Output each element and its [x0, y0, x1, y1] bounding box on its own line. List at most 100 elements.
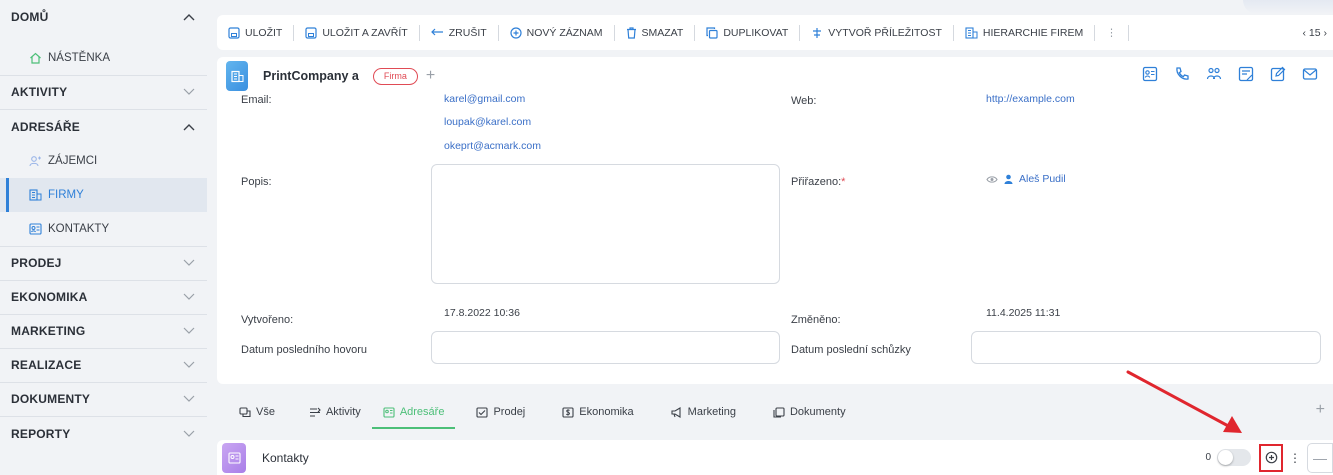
record-title: PrintCompany a	[263, 69, 359, 83]
add-tab-button[interactable]: +	[1316, 401, 1325, 419]
cancel-label: ZRUŠIT	[448, 26, 487, 39]
sidebar-section-marketing[interactable]: MARKETING	[0, 314, 207, 348]
tab-ekonomika[interactable]: Ekonomika	[551, 393, 644, 431]
sidebar-section-adresare[interactable]: ADRESÁŘE	[0, 110, 207, 144]
tab-dokumenty[interactable]: Dokumenty	[762, 393, 857, 431]
sidebar-item-zajemci[interactable]: ZÁJEMCI	[0, 144, 207, 178]
email-link[interactable]: karel@gmail.com	[444, 93, 525, 105]
chevron-down-icon	[183, 324, 195, 338]
tab-label: Marketing	[687, 406, 736, 418]
contact-card-icon[interactable]	[1141, 65, 1159, 83]
panel-more-button[interactable]: ⋮	[1289, 451, 1301, 465]
prirazeno-label-text: Přiřazeno:	[791, 176, 842, 188]
phone-icon[interactable]	[1173, 65, 1191, 83]
save-icon	[305, 26, 317, 39]
new-record-button[interactable]: NOVÝ ZÁZNAM	[499, 15, 614, 50]
sidebar-section-domu[interactable]: DOMŮ	[0, 0, 207, 34]
sidebar-section-realizace[interactable]: REALIZACE	[0, 348, 207, 382]
people-icon[interactable]	[1205, 65, 1223, 83]
tab-label: Aktivity	[325, 406, 361, 418]
sidebar-section-label: ADRESÁŘE	[11, 120, 80, 134]
email-link[interactable]: loupak@karel.com	[444, 116, 531, 128]
last-meeting-input[interactable]	[971, 331, 1321, 364]
leads-icon	[29, 155, 42, 167]
duplicate-button[interactable]: DUPLIKOVAT	[695, 15, 799, 50]
collapse-button[interactable]: —	[1307, 442, 1333, 473]
new-record-label: NOVÝ ZÁZNAM	[526, 26, 603, 39]
sidebar-section-aktivity[interactable]: AKTIVITY	[0, 75, 207, 109]
required-marker: *	[841, 176, 846, 188]
sidebar-section-label: REALIZACE	[11, 358, 82, 372]
sidebar-section-prodej[interactable]: PRODEJ	[0, 246, 207, 280]
sidebar-section-dokumenty[interactable]: DOKUMENTY	[0, 382, 207, 416]
chevron-down-icon	[183, 427, 195, 441]
add-contact-button[interactable]	[1259, 443, 1283, 472]
record-actions	[1141, 65, 1319, 83]
panel-title: Kontakty	[262, 450, 309, 465]
toggle-switch[interactable]	[1217, 449, 1251, 466]
collapse-label: —	[1313, 449, 1327, 466]
note-icon[interactable]	[1237, 65, 1255, 83]
company-hierarchy-button[interactable]: HIERARCHIE FIREM	[954, 15, 1094, 50]
plus-circle-icon	[1265, 451, 1278, 464]
zmeneno-label: Změněno:	[791, 314, 841, 326]
chevron-up-icon	[183, 10, 195, 24]
save-label: ULOŽIT	[245, 26, 283, 39]
assignee-name: Aleš Pudil	[1019, 173, 1066, 185]
assignee[interactable]: Aleš Pudil	[986, 173, 1066, 185]
pager[interactable]: ‹ 15 ›	[1302, 15, 1327, 50]
save-button[interactable]: ULOŽIT	[217, 15, 293, 50]
popis-textarea[interactable]	[431, 164, 780, 284]
checklist-icon	[476, 406, 489, 418]
sidebar-section-label: DOMŮ	[11, 10, 49, 24]
pager-label: ‹ 15 ›	[1302, 26, 1327, 39]
chevron-down-icon	[183, 290, 195, 304]
toolbar: ULOŽIT ULOŽIT A ZAVŘÍT ZRUŠIT NOVÝ ZÁZNA…	[217, 15, 1333, 50]
mail-icon[interactable]	[1301, 65, 1319, 83]
tab-vse[interactable]: Vše	[217, 393, 286, 431]
sidebar-section-reporty[interactable]: REPORTY	[0, 417, 207, 451]
tab-label: Vše	[256, 406, 275, 418]
chat-icon	[239, 406, 251, 418]
tab-adresare[interactable]: Adresáře	[371, 393, 456, 431]
email-link[interactable]: okeprt@acmark.com	[444, 140, 541, 152]
branch-icon	[811, 27, 823, 39]
sidebar-section-ekonomika[interactable]: EKONOMIKA	[0, 280, 207, 314]
contact-card-icon	[383, 406, 395, 418]
more-button[interactable]: ⋮	[1095, 15, 1128, 50]
record-count: 0	[1205, 452, 1211, 463]
record-type-badge[interactable]: Firma	[372, 67, 418, 85]
delete-button[interactable]: SMAZAT	[615, 15, 695, 50]
sidebar: DOMŮ NÁSTĚNKA AKTIVITY ADRESÁŘE ZÁJEMCI …	[0, 0, 207, 475]
record-header: PrintCompany a Firma +	[217, 57, 435, 95]
cancel-button[interactable]: ZRUŠIT	[420, 15, 498, 50]
kontakty-panel: Kontakty 0 ⋮ —	[217, 440, 1333, 475]
edit-icon[interactable]	[1269, 65, 1287, 83]
record-card: PrintCompany a Firma + Email: karel@gmai…	[217, 57, 1333, 384]
sidebar-section-label: MARKETING	[11, 324, 86, 338]
add-tag-button[interactable]: +	[426, 67, 435, 85]
sidebar-item-kontakty[interactable]: KONTAKTY	[0, 212, 207, 246]
save-close-button[interactable]: ULOŽIT A ZAVŘÍT	[294, 15, 418, 50]
megaphone-icon	[671, 406, 683, 418]
eye-icon[interactable]	[986, 175, 998, 184]
duplicate-label: DUPLIKOVAT	[723, 26, 789, 39]
company-hierarchy-label: HIERARCHIE FIREM	[982, 26, 1084, 39]
save-close-label: ULOŽIT A ZAVŘÍT	[322, 26, 408, 39]
contacts-icon	[29, 223, 42, 235]
create-opportunity-button[interactable]: VYTVOŘ PŘÍLEŽITOST	[800, 15, 953, 50]
sidebar-item-nastenka[interactable]: NÁSTĚNKA	[0, 41, 207, 75]
web-link[interactable]: http://example.com	[986, 93, 1075, 105]
toggle-knob	[1218, 450, 1233, 465]
tab-aktivity[interactable]: Aktivity	[298, 393, 372, 431]
tab-bar: Vše Aktivity Adresáře Prodej Ekonomika M…	[217, 393, 1333, 431]
tab-marketing[interactable]: Marketing	[660, 393, 747, 431]
sidebar-section-label: REPORTY	[11, 427, 71, 441]
divider	[1127, 24, 1129, 41]
sidebar-item-firmy[interactable]: FIRMY	[0, 178, 207, 212]
last-call-input[interactable]	[431, 331, 780, 364]
tab-label: Ekonomika	[579, 406, 634, 418]
prirazeno-label: Přiřazeno:*	[791, 176, 845, 188]
corner-decoration	[1243, 0, 1333, 14]
tab-prodej[interactable]: Prodej	[465, 393, 536, 431]
